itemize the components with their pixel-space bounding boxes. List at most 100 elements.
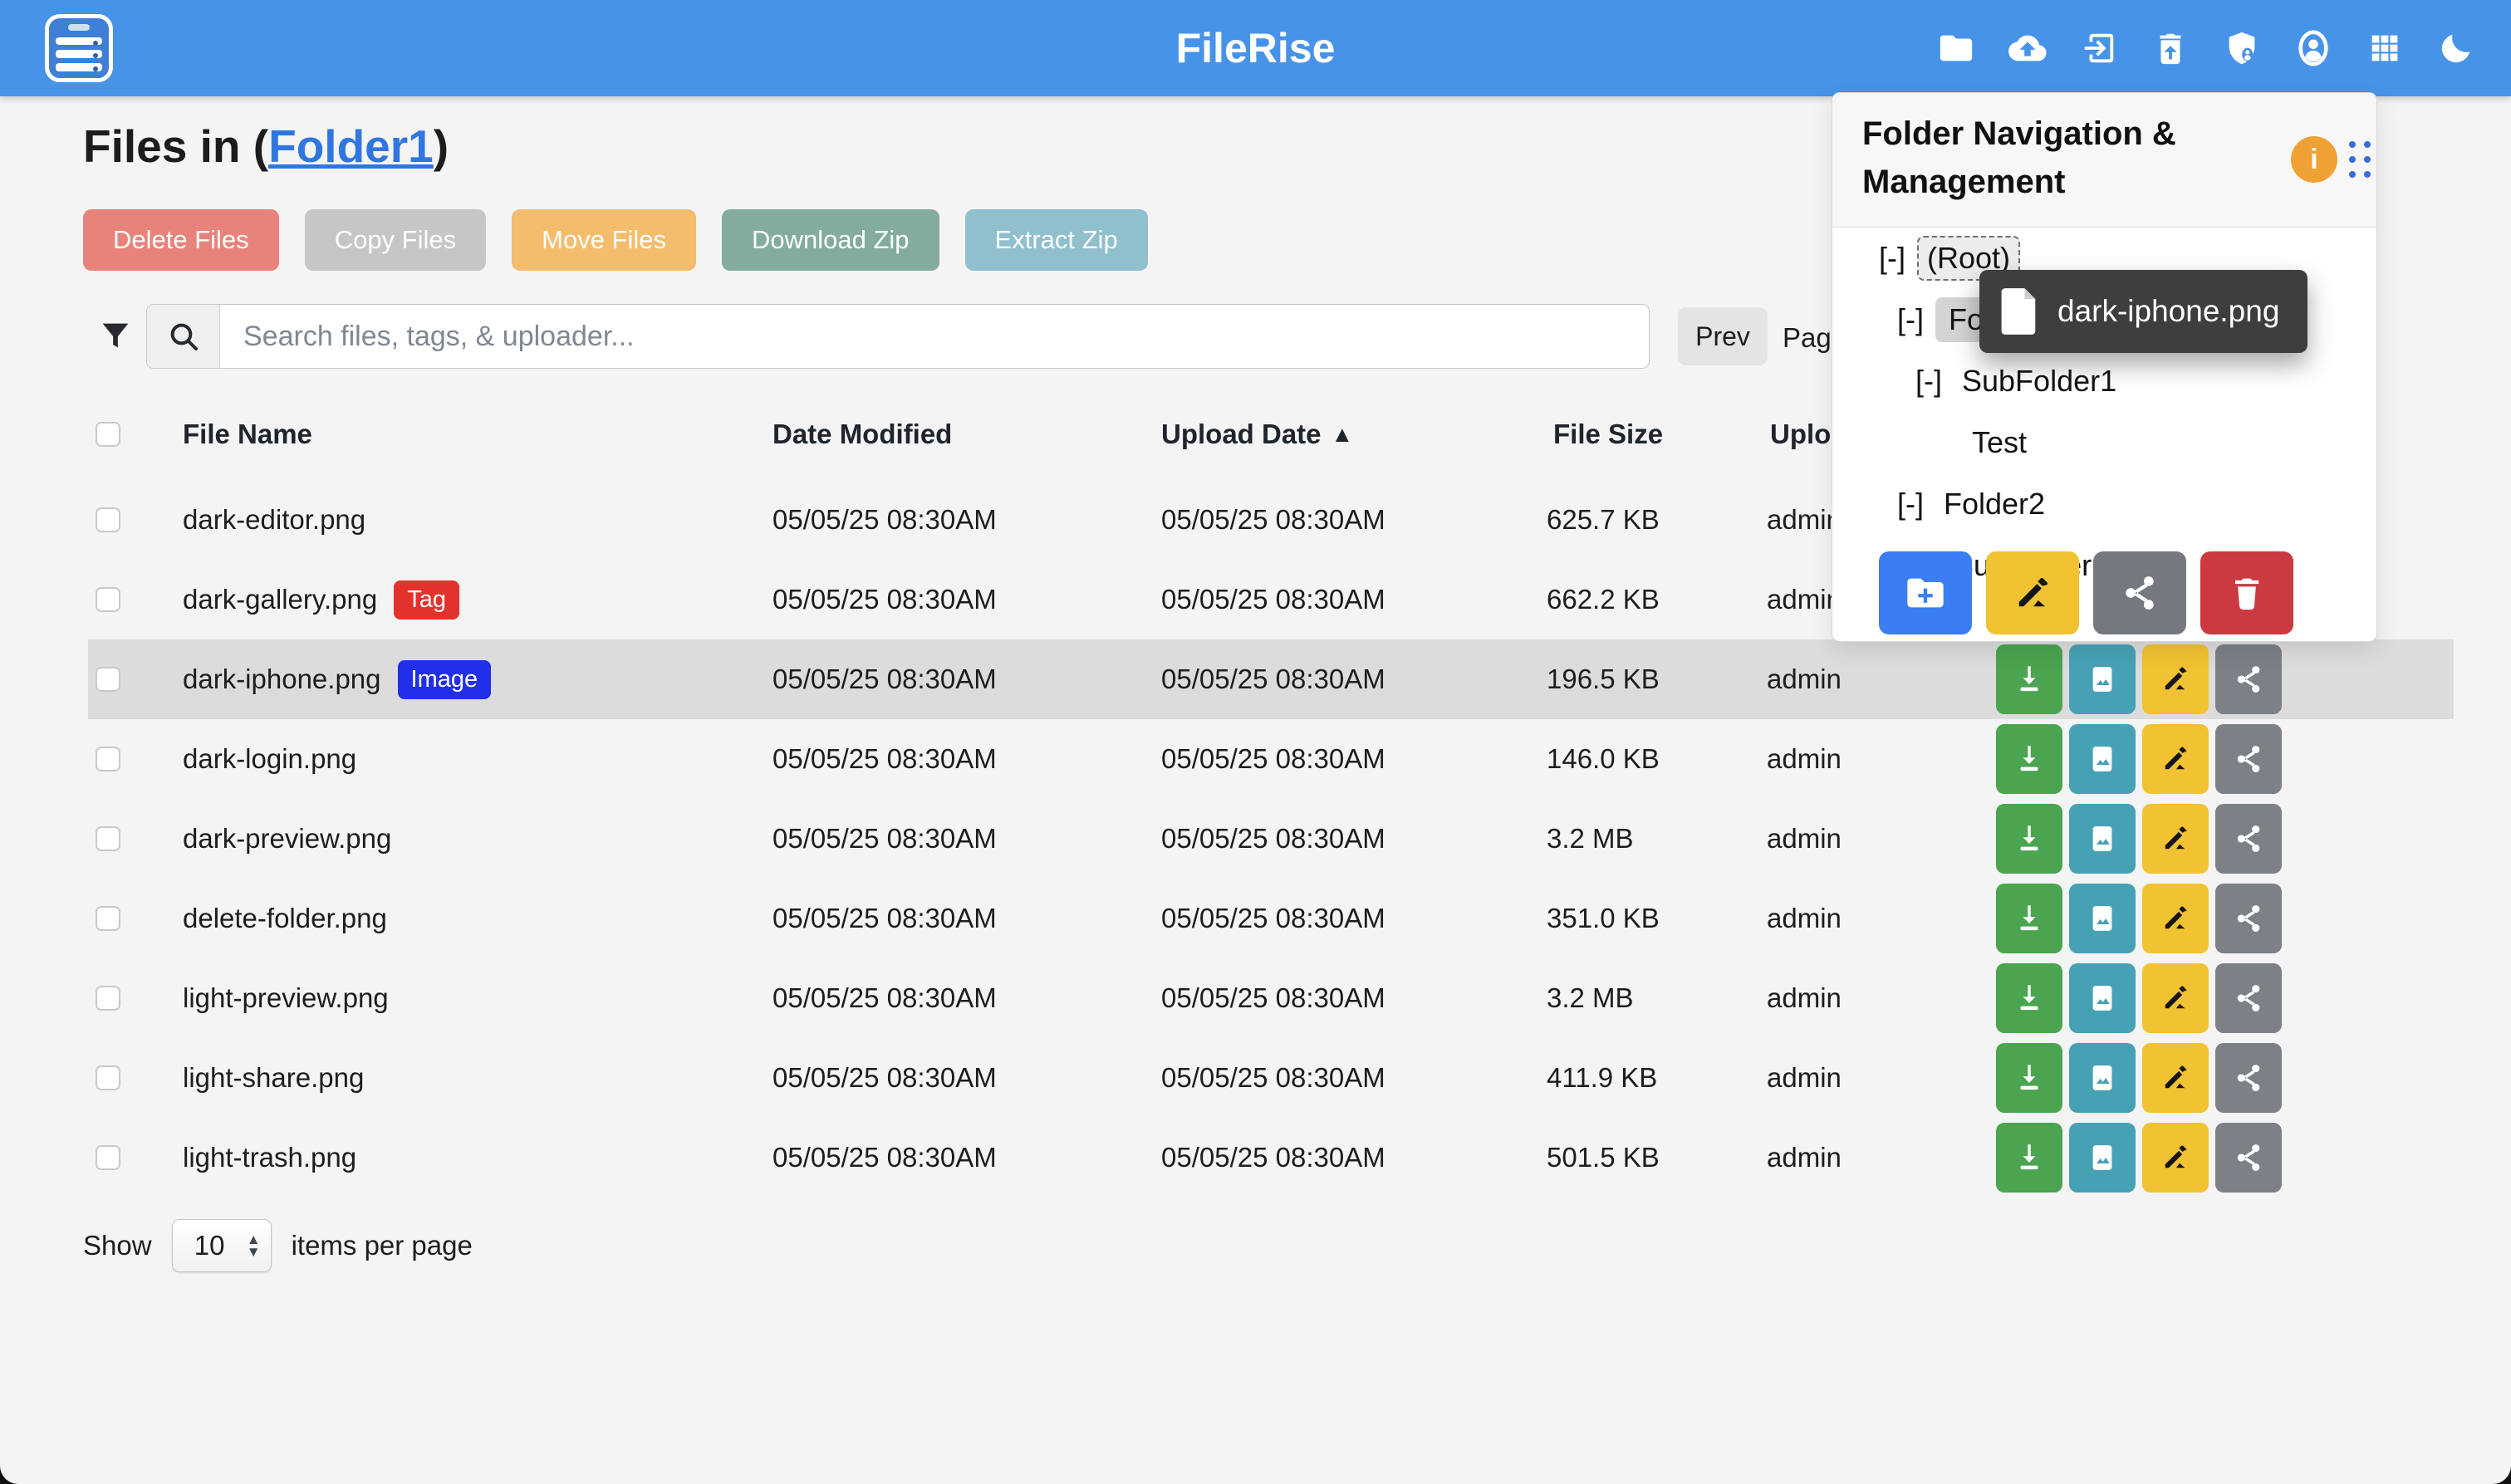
tree-folder-label[interactable]: Test (1964, 422, 2035, 463)
select-all-checkbox[interactable] (96, 422, 120, 447)
row-checkbox[interactable] (96, 507, 120, 532)
column-upload-date[interactable]: Upload Date▲ (1161, 402, 1353, 467)
download-file-button[interactable] (1996, 1123, 2062, 1193)
table-row[interactable]: light-preview.png 05/05/25 08:30AM 05/05… (88, 958, 2454, 1038)
share-file-button[interactable] (2215, 963, 2282, 1033)
folder-tree-item[interactable]: [-] Folder2 (1832, 473, 2376, 535)
table-row[interactable]: light-trash.png 05/05/25 08:30AM 05/05/2… (88, 1118, 2454, 1197)
download-file-button[interactable] (1996, 644, 2062, 714)
create-folder-button[interactable] (1879, 551, 1972, 634)
folder-icon[interactable] (1936, 28, 1976, 68)
row-checkbox[interactable] (96, 1145, 120, 1170)
folder-tree-item[interactable]: Test (1832, 412, 2376, 473)
row-checkbox[interactable] (96, 906, 120, 931)
upload-date: 05/05/25 08:30AM (1161, 719, 1385, 799)
edit-file-button[interactable] (2142, 804, 2209, 874)
file-name: dark-iphone.png (183, 664, 381, 695)
column-file-name[interactable]: File Name (183, 402, 312, 467)
select-arrows-icon: ▲▼ (247, 1233, 261, 1258)
tree-toggle[interactable]: [-] (1879, 241, 1905, 276)
folder-panel-title: Folder Navigation & Management (1862, 110, 2219, 206)
tree-toggle[interactable]: [-] (1897, 302, 1924, 337)
column-date-modified[interactable]: Date Modified (772, 402, 952, 467)
share-folder-button[interactable] (2093, 551, 2186, 634)
uploader: admin (1767, 1118, 1842, 1197)
rename-folder-button[interactable] (1986, 551, 2079, 634)
share-file-button[interactable] (2215, 1043, 2282, 1113)
dark-mode-moon-icon[interactable] (2436, 28, 2476, 68)
row-checkbox[interactable] (96, 747, 120, 771)
edit-file-button[interactable] (2142, 884, 2209, 953)
uploader: admin (1767, 879, 1842, 958)
download-file-button[interactable] (1996, 724, 2062, 794)
tree-folder-label[interactable]: Folder2 (1935, 483, 2053, 525)
edit-file-button[interactable] (2142, 1043, 2209, 1113)
table-row[interactable]: delete-folder.png 05/05/25 08:30AM 05/05… (88, 879, 2454, 958)
copy-files-button[interactable]: Copy Files (305, 209, 486, 271)
file-name: light-trash.png (183, 1142, 356, 1173)
download-file-button[interactable] (1996, 804, 2062, 874)
prev-page-button[interactable]: Prev (1678, 307, 1768, 365)
share-file-button[interactable] (2215, 724, 2282, 794)
download-file-button[interactable] (1996, 884, 2062, 953)
panel-drag-handle-icon[interactable] (2349, 141, 2371, 178)
current-folder-link[interactable]: Folder1 (268, 120, 434, 172)
preview-image-button[interactable] (2069, 724, 2136, 794)
share-file-button[interactable] (2215, 804, 2282, 874)
download-file-button[interactable] (1996, 963, 2062, 1033)
page-title: Files in (Folder1) (83, 120, 449, 173)
uploader: admin (1767, 1038, 1842, 1118)
edit-file-button[interactable] (2142, 963, 2209, 1033)
column-file-size[interactable]: File Size (1553, 402, 1663, 467)
table-row[interactable]: light-share.png 05/05/25 08:30AM 05/05/2… (88, 1038, 2454, 1118)
share-file-button[interactable] (2215, 1123, 2282, 1193)
cloud-upload-icon[interactable] (2008, 28, 2048, 68)
date-modified: 05/05/25 08:30AM (772, 1038, 997, 1118)
folder-tree-item[interactable]: [-] SubFolder1 (1832, 350, 2376, 412)
file-size: 3.2 MB (1547, 799, 1634, 879)
sort-ascending-icon: ▲ (1332, 422, 1354, 448)
filter-icon[interactable] (96, 317, 135, 355)
tree-folder-label[interactable]: SubFolder1 (1954, 360, 2125, 402)
row-checkbox[interactable] (96, 587, 120, 612)
row-action-buttons (1996, 1123, 2282, 1193)
download-file-button[interactable] (1996, 1043, 2062, 1113)
restore-trash-icon[interactable] (2151, 28, 2190, 68)
edit-file-button[interactable] (2142, 1123, 2209, 1193)
user-profile-icon[interactable] (2293, 28, 2333, 68)
row-checkbox[interactable] (96, 1065, 120, 1090)
table-row[interactable]: dark-login.png 05/05/25 08:30AM 05/05/25… (88, 719, 2454, 799)
uploader: admin (1767, 799, 1842, 879)
delete-files-button[interactable]: Delete Files (83, 209, 279, 271)
share-file-button[interactable] (2215, 884, 2282, 953)
preview-image-button[interactable] (2069, 644, 2136, 714)
tree-toggle[interactable]: [-] (1915, 364, 1942, 399)
edit-file-button[interactable] (2142, 724, 2209, 794)
table-row[interactable]: dark-iphone.pngImage 05/05/25 08:30AM 05… (88, 639, 2454, 719)
edit-file-button[interactable] (2142, 644, 2209, 714)
date-modified: 05/05/25 08:30AM (772, 799, 997, 879)
delete-folder-button[interactable] (2200, 551, 2293, 634)
preview-image-button[interactable] (2069, 1043, 2136, 1113)
extract-zip-button[interactable]: Extract Zip (965, 209, 1148, 271)
row-checkbox[interactable] (96, 986, 120, 1011)
preview-image-button[interactable] (2069, 804, 2136, 874)
download-zip-button[interactable]: Download Zip (722, 209, 939, 271)
share-file-button[interactable] (2215, 644, 2282, 714)
tree-toggle[interactable]: [-] (1897, 487, 1924, 522)
date-modified: 05/05/25 08:30AM (772, 639, 997, 719)
items-per-page-select[interactable]: 10 ▲▼ (172, 1219, 272, 1272)
apps-grid-icon[interactable] (2365, 28, 2405, 68)
preview-image-button[interactable] (2069, 963, 2136, 1033)
preview-image-button[interactable] (2069, 1123, 2136, 1193)
row-checkbox[interactable] (96, 826, 120, 851)
preview-image-button[interactable] (2069, 884, 2136, 953)
sign-in-icon[interactable] (2079, 28, 2119, 68)
info-icon[interactable]: i (2291, 136, 2337, 183)
move-files-button[interactable]: Move Files (512, 209, 696, 271)
dragged-file-name: dark-iphone.png (2057, 294, 2279, 329)
row-checkbox[interactable] (96, 667, 120, 692)
admin-shield-icon[interactable] (2222, 28, 2262, 68)
table-row[interactable]: dark-preview.png 05/05/25 08:30AM 05/05/… (88, 799, 2454, 879)
search-input[interactable] (220, 305, 1649, 368)
